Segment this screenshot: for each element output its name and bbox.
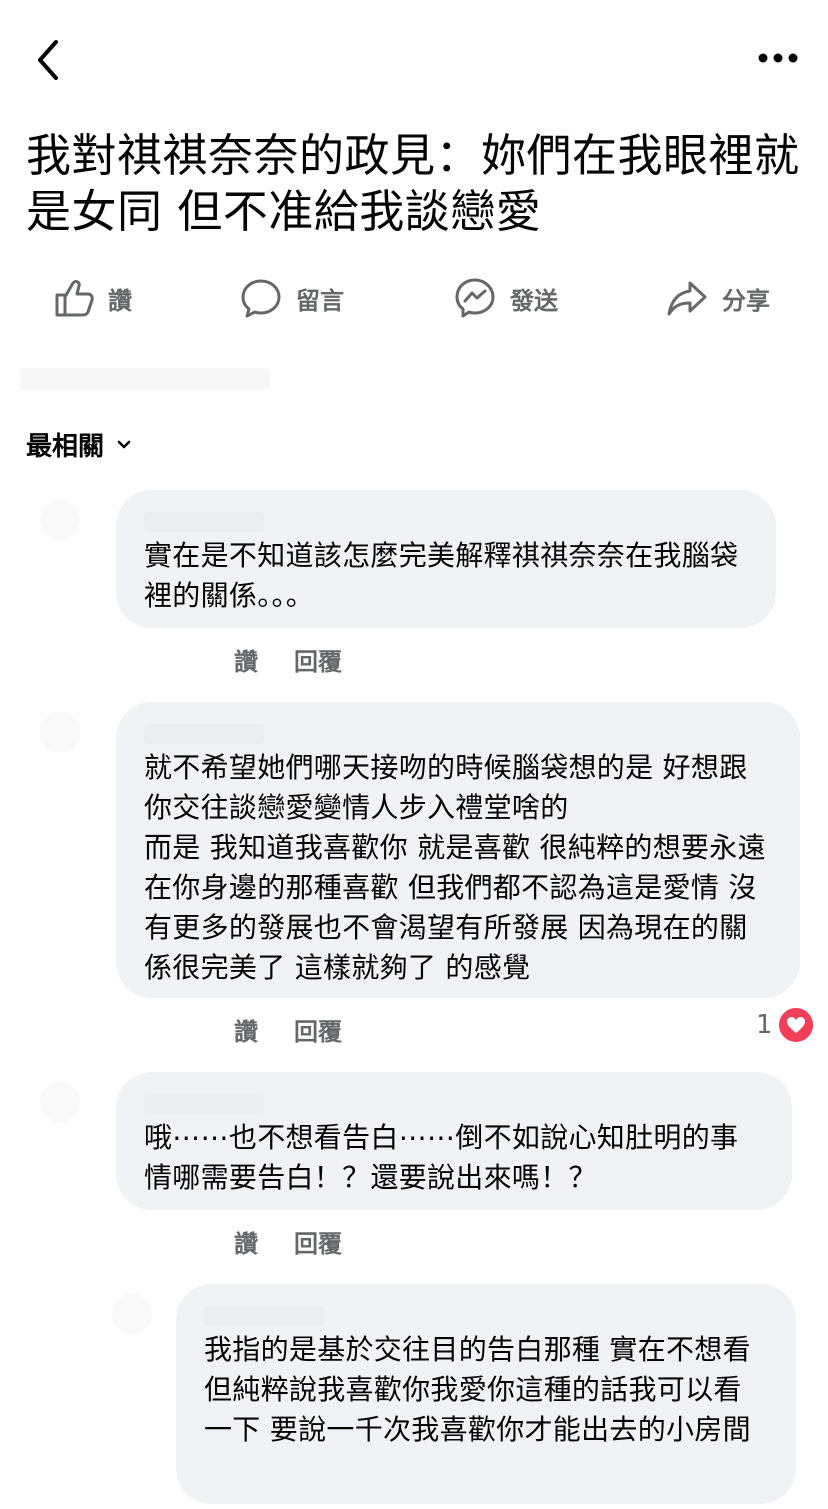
back-icon (38, 40, 58, 80)
comment-bubble: 哦⋯⋯也不想看告白⋯⋯倒不如說心知肚明的事情哪需要告白！？還要說出來嗎！？ (116, 1072, 792, 1210)
more-icon (758, 53, 798, 63)
comment-like-button[interactable]: 讚 (234, 1012, 258, 1047)
comment-text: 我指的是基於交往目的告白那種 實在不想看 但純粹說我喜歡你我愛你這種的話我可以看… (204, 1333, 808, 1446)
comment-author[interactable] (144, 724, 264, 744)
messenger-icon (455, 278, 495, 318)
avatar[interactable] (40, 1082, 80, 1122)
share-label: 分享 (722, 286, 770, 315)
comment-icon (241, 279, 281, 318)
comment-bubble: 我指的是基於交往目的告白那種 實在不想看 但純粹說我喜歡你我愛你這種的話我可以看… (176, 1284, 796, 1504)
comment-author[interactable] (144, 1094, 264, 1114)
comment-actions: 讚 回覆 (234, 642, 342, 677)
comment-actions: 讚 回覆 (234, 1012, 342, 1047)
comment-bubble: 實在是不知道該怎麼完美解釋祺祺奈奈在我腦袋裡的關係。。。 (116, 490, 776, 628)
reaction-summary[interactable]: 1 (756, 1006, 815, 1044)
comment-like-button[interactable]: 讚 (234, 1224, 258, 1259)
send-label: 發送 (510, 286, 558, 315)
comment-bubble: 就不希望她們哪天接吻的時候腦袋想的是 好想跟你交往談戀愛變情人步入禮堂啥的 而是… (116, 702, 800, 998)
comment-label: 留言 (296, 286, 344, 315)
comment-button[interactable]: 留言 (240, 270, 344, 326)
post-action-bar: 讚 留言 發送 分享 (0, 270, 828, 330)
comment-text: 哦⋯⋯也不想看告白⋯⋯倒不如說心知肚明的事情哪需要告白！？還要說出來嗎！？ (144, 1121, 739, 1194)
post-title: 我對祺祺奈奈的政見：妳們在我眼裡就是女同 但不准給我談戀愛 (26, 129, 800, 238)
share-button[interactable]: 分享 (666, 270, 770, 326)
avatar[interactable] (40, 500, 80, 540)
comment-reply-button[interactable]: 回覆 (294, 1224, 342, 1259)
chevron-down-icon (117, 440, 131, 448)
share-icon (667, 281, 707, 316)
comment-actions: 讚 回覆 (234, 1224, 342, 1259)
comment-like-button[interactable]: 讚 (234, 642, 258, 677)
like-button[interactable]: 讚 (54, 270, 132, 326)
avatar[interactable] (40, 712, 80, 752)
avatar[interactable] (112, 1294, 152, 1334)
like-label: 讚 (108, 286, 132, 315)
more-options-button[interactable] (756, 46, 800, 70)
reaction-count: 1 (756, 1010, 773, 1040)
comment-author[interactable] (204, 1306, 324, 1326)
comment-reply-button[interactable]: 回覆 (294, 1012, 342, 1047)
reactions-summary-placeholder (20, 368, 270, 390)
sort-label: 最相關 (26, 432, 105, 462)
send-button[interactable]: 發送 (454, 270, 558, 326)
comment-reply-button[interactable]: 回覆 (294, 642, 342, 677)
comment-sort-selector[interactable]: 最相關 (26, 426, 132, 463)
top-bar (0, 0, 828, 120)
comment-text: 就不希望她們哪天接吻的時候腦袋想的是 好想跟你交往談戀愛變情人步入禮堂啥的 而是… (144, 751, 766, 984)
back-button[interactable] (30, 36, 70, 84)
like-icon (55, 280, 94, 317)
comment-author[interactable] (144, 512, 264, 532)
heart-icon (776, 1006, 815, 1044)
comment-text: 實在是不知道該怎麼完美解釋祺祺奈奈在我腦袋裡的關係。。。 (144, 539, 739, 612)
